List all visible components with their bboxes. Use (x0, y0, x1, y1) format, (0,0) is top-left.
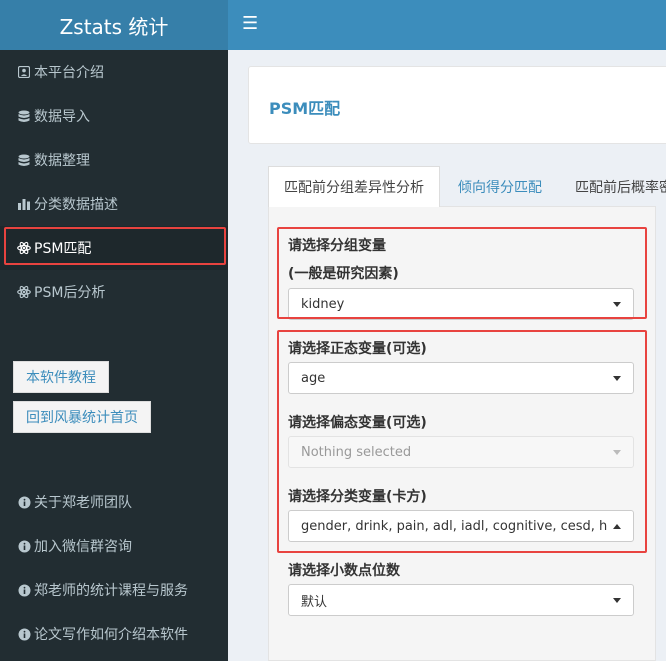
decimal-places-select[interactable]: 默认 (288, 584, 634, 616)
group-variable-hint: (一般是研究因素) (288, 266, 399, 282)
sidebar-item-data-cleaning[interactable]: 数据整理 (0, 138, 228, 182)
sidebar-item-label: 本平台介绍 (34, 65, 104, 81)
caret-down-icon (613, 302, 621, 307)
caret-down-icon (613, 450, 621, 455)
tutorial-button[interactable]: 本软件教程 (13, 361, 109, 393)
sidebar-link-courses[interactable]: 郑老师的统计课程与服务 (0, 568, 228, 612)
app-title: Zstats 统计 (0, 0, 228, 50)
sidebar-link-citation[interactable]: 论文写作如何介绍本软件 (0, 612, 228, 656)
group-variable-label: 请选择分组变量 (288, 238, 386, 254)
sidebar-item-label: PSM匹配 (34, 241, 92, 257)
back-to-home-button[interactable]: 回到风暴统计首页 (13, 401, 151, 433)
sidebar-link-label: 加入微信群咨询 (34, 539, 132, 555)
page-title-box: PSM匹配 (248, 66, 666, 144)
sidebar-link-wechat-group[interactable]: 加入微信群咨询 (0, 524, 228, 568)
atom-icon (16, 285, 32, 299)
tab-propensity-score-matching[interactable]: 倾向得分匹配 (440, 166, 560, 207)
atom-icon (16, 241, 32, 255)
sidebar-link-label: 郑老师的统计课程与服务 (34, 583, 188, 599)
sidebar-item-post-psm-analysis[interactable]: PSM后分析 (0, 270, 228, 314)
tab-pre-match-difference[interactable]: 匹配前分组差异性分析 (268, 166, 440, 207)
info-icon (16, 540, 32, 553)
sidebar-item-categorical-description[interactable]: 分类数据描述 (0, 182, 228, 226)
sidebar-item-label: 分类数据描述 (34, 197, 118, 213)
decimal-places-label: 请选择小数点位数 (288, 563, 400, 579)
sidebar-link-label: 关于郑老师团队 (34, 495, 132, 511)
bar-chart-icon (16, 198, 32, 210)
top-navbar: ☰ (228, 0, 666, 50)
tab-density-before-after[interactable]: 匹配前后概率密 (561, 166, 666, 207)
sidebar-item-data-import[interactable]: 数据导入 (0, 94, 228, 138)
caret-down-icon (613, 598, 621, 603)
sidebar-item-label: PSM后分析 (34, 285, 106, 301)
caret-up-icon (613, 524, 621, 529)
sidebar-link-label: 论文写作如何介绍本软件 (34, 627, 188, 643)
sidebar-link-about-team[interactable]: 关于郑老师团队 (0, 480, 228, 524)
skewed-variable-select[interactable]: Nothing selected (288, 436, 634, 468)
categorical-variable-label: 请选择分类变量(卡方) (288, 489, 427, 505)
page-title: PSM匹配 (269, 99, 341, 118)
database-icon (16, 110, 32, 123)
caret-down-icon (613, 376, 621, 381)
sidebar-item-label: 数据整理 (34, 153, 90, 169)
skewed-variable-label: 请选择偏态变量(可选) (288, 415, 427, 431)
group-variable-select[interactable]: kidney (288, 288, 634, 320)
normal-variable-label: 请选择正态变量(可选) (288, 341, 427, 357)
categorical-variable-select[interactable]: gender, drink, pain, adl, iadl, cognitiv… (288, 510, 634, 542)
sidebar-item-label: 数据导入 (34, 109, 90, 125)
info-icon (16, 496, 32, 509)
sidebar-item-platform-intro[interactable]: 本平台介绍 (0, 50, 228, 94)
normal-variable-select[interactable]: age (288, 362, 634, 394)
id-card-icon (16, 66, 32, 78)
sidebar-item-psm-matching[interactable]: PSM匹配 (0, 226, 228, 270)
database-icon (16, 154, 32, 167)
info-icon (16, 628, 32, 641)
hamburger-icon[interactable]: ☰ (242, 13, 258, 34)
info-icon (16, 584, 32, 597)
